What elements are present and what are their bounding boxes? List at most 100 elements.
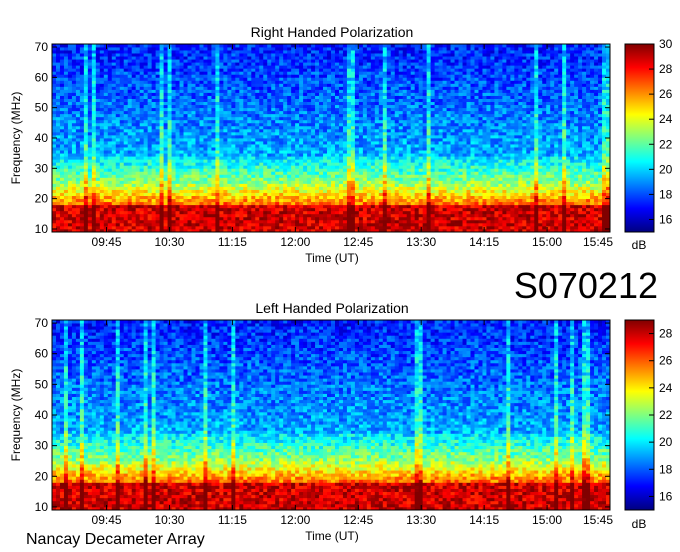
heat-cell	[231, 62, 236, 66]
heat-cell	[235, 180, 240, 184]
heat-cell	[342, 59, 348, 63]
heat-cell	[143, 83, 149, 87]
heat-cell	[354, 53, 360, 57]
heat-cell	[287, 116, 292, 121]
heat-cell	[63, 147, 69, 151]
heat-cell	[127, 80, 133, 84]
heat-cell	[338, 134, 344, 139]
heat-cell	[223, 162, 228, 166]
heat-cell	[239, 128, 244, 133]
heat-cell	[55, 153, 61, 157]
heat-cell	[155, 44, 161, 48]
heat-cell	[135, 86, 141, 90]
heat-cell	[159, 159, 164, 163]
heat-cell	[91, 101, 97, 106]
heat-cell	[319, 92, 324, 96]
heat-cell	[131, 95, 137, 99]
heat-cell	[211, 44, 216, 48]
heat-cell	[247, 222, 252, 227]
heat-cell	[338, 65, 344, 69]
heat-cell	[87, 98, 93, 103]
heat-cell	[319, 210, 324, 215]
heat-cell	[334, 174, 340, 178]
heat-cell	[147, 62, 153, 66]
heat-cell	[239, 210, 244, 215]
heat-cell	[307, 213, 312, 218]
heat-cell	[283, 44, 288, 48]
heat-cell	[203, 122, 208, 127]
heat-cell	[115, 198, 121, 203]
heat-cell	[127, 68, 133, 72]
heat-cell	[207, 128, 212, 133]
heat-cell	[338, 101, 344, 106]
heat-cell	[331, 222, 336, 227]
heat-cell	[71, 125, 77, 130]
heat-cell	[315, 92, 320, 96]
heat-cell	[87, 174, 93, 178]
heat-cell	[103, 131, 109, 136]
heat-cell	[179, 153, 184, 157]
heat-cell	[191, 68, 196, 72]
heat-cell	[187, 107, 192, 112]
heat-cell	[267, 116, 272, 121]
heat-cell	[255, 65, 260, 69]
heat-cell	[319, 122, 324, 127]
heat-cell	[338, 159, 344, 163]
heat-cell	[179, 116, 184, 121]
heat-cell	[139, 153, 145, 157]
heat-cell	[131, 56, 137, 60]
heat-cell	[187, 98, 192, 103]
heat-cell	[219, 44, 224, 48]
heat-cell	[259, 216, 264, 221]
heat-cell	[151, 222, 157, 227]
heat-cell	[175, 222, 180, 227]
heat-cell	[179, 59, 184, 63]
heat-cell	[59, 125, 65, 130]
heat-cell	[163, 219, 168, 224]
heat-cell	[366, 53, 372, 57]
heat-cell	[103, 128, 109, 133]
heat-cell	[67, 83, 73, 87]
heat-cell	[219, 101, 224, 106]
heat-cell	[79, 207, 85, 212]
heat-cell	[327, 156, 332, 160]
heat-cell	[52, 116, 57, 121]
heat-cell	[323, 222, 328, 227]
heat-cell	[319, 44, 324, 48]
heat-cell	[227, 222, 232, 227]
heat-cell	[159, 201, 164, 206]
heat-cell	[107, 144, 113, 148]
heat-cell	[195, 110, 200, 115]
heat-cell	[247, 56, 252, 60]
heat-cell	[255, 198, 260, 203]
heat-cell	[291, 159, 296, 163]
heat-cell	[299, 168, 304, 172]
heat-cell	[267, 53, 272, 57]
heat-cell	[327, 171, 332, 175]
heat-cell	[327, 62, 332, 66]
heat-cell	[334, 116, 340, 121]
heat-cell	[362, 50, 368, 54]
heat-cell	[115, 125, 121, 130]
heat-cell	[287, 101, 292, 106]
heat-cell	[239, 104, 244, 109]
heat-cell	[231, 201, 236, 206]
heat-cell	[207, 80, 212, 84]
heat-cell	[263, 68, 268, 72]
heat-cell	[63, 98, 69, 103]
heat-cell	[123, 119, 129, 124]
heat-cell	[223, 222, 228, 227]
heat-cell	[362, 213, 368, 218]
heat-cell	[307, 86, 312, 90]
heat-cell	[95, 122, 101, 127]
heat-cell	[131, 216, 137, 221]
heat-cell	[263, 159, 268, 163]
heat-cell	[331, 68, 336, 72]
heat-cell	[279, 171, 284, 175]
heat-cell	[195, 159, 200, 163]
heat-cell	[219, 128, 224, 133]
heat-cell	[299, 128, 304, 133]
heat-cell	[354, 138, 360, 142]
heat-cell	[319, 141, 324, 145]
heat-cell	[327, 44, 332, 48]
